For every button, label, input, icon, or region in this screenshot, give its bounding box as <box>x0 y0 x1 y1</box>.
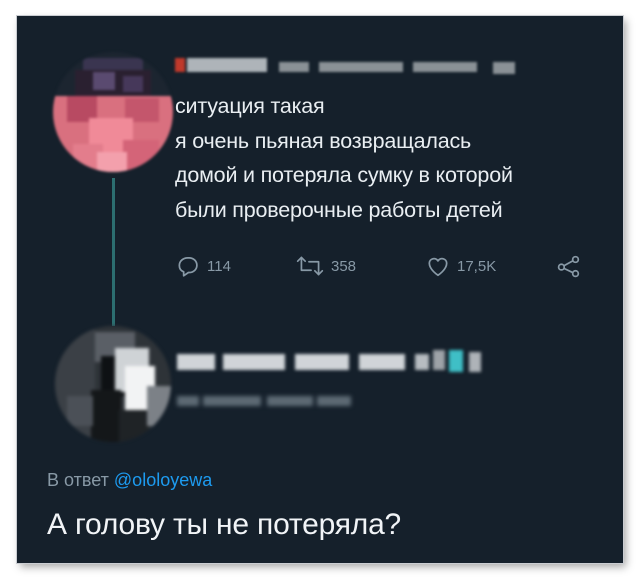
tweet-text-line: я очень пьяная возвращалась <box>175 128 472 153</box>
reply-to-prefix: В ответ <box>47 470 109 490</box>
like-count: 17,5K <box>457 257 497 275</box>
share-icon <box>555 253 583 279</box>
reply-button[interactable]: 114 <box>175 252 231 280</box>
tweet-text-line: были проверочные работы детей <box>175 197 503 222</box>
retweet-icon <box>295 253 325 279</box>
share-button[interactable] <box>555 252 583 280</box>
like-button[interactable]: 17,5K <box>425 252 496 280</box>
original-tweet-text: ситуация такая я очень пьяная возвращала… <box>175 89 615 227</box>
screenshot-frame: ситуация такая я очень пьяная возвращала… <box>17 16 623 563</box>
tweet-text-line: домой и потеряла сумку в которой <box>175 163 513 187</box>
reply-tweet-text: А голову ты не потеряла? <box>47 508 402 541</box>
original-author-avatar[interactable] <box>53 52 173 172</box>
reply-icon <box>175 253 201 279</box>
like-icon <box>425 253 451 279</box>
retweet-button[interactable]: 358 <box>295 252 356 280</box>
tweet-text-line: ситуация такая <box>175 94 325 118</box>
thread-connector-line <box>112 178 115 326</box>
reply-to-handle-link[interactable]: @ololoyewa <box>114 470 212 490</box>
reply-author-avatar[interactable] <box>55 326 171 442</box>
tweet-action-bar: 114 358 17,5K <box>175 252 605 280</box>
reply-to-line: В ответ @ololoyewa <box>47 470 212 491</box>
reply-count: 114 <box>207 257 231 275</box>
retweet-count: 358 <box>331 257 357 275</box>
